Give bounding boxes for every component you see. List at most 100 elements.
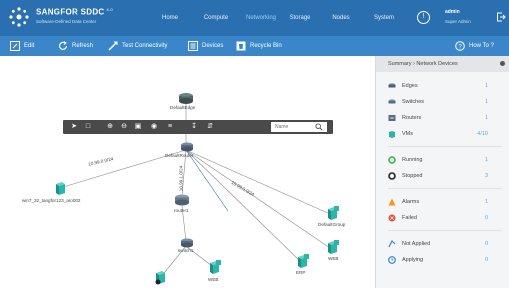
marquee-tool-icon[interactable]: □ bbox=[83, 122, 93, 132]
edge-device-icon[interactable] bbox=[178, 92, 194, 104]
edit-label: Edit bbox=[24, 43, 35, 49]
erp-vm-label: ERP bbox=[296, 270, 306, 275]
summary-row-failed[interactable]: Failed 0 bbox=[388, 212, 504, 224]
export-icon[interactable]: ↧ bbox=[189, 122, 199, 132]
pin-icon[interactable] bbox=[500, 61, 505, 66]
link-label-router1: 10.99.1.0/24 bbox=[178, 165, 184, 192]
test-connectivity-label: Test Connectivity bbox=[122, 43, 168, 49]
summary-value: 1 bbox=[484, 83, 488, 89]
not-applied-icon bbox=[388, 240, 396, 248]
how-to-label: How To ? bbox=[469, 43, 494, 49]
switch1-icon[interactable] bbox=[180, 238, 194, 248]
vm-icon bbox=[389, 131, 395, 138]
switch-icon bbox=[388, 99, 396, 104]
recycle-bin-label: Recycle Bin bbox=[250, 43, 282, 49]
alarm-icon bbox=[388, 198, 396, 206]
web-vm-right-icon[interactable] bbox=[324, 240, 340, 256]
search-icon[interactable] bbox=[315, 123, 323, 131]
locate-icon[interactable]: ◉ bbox=[149, 122, 159, 132]
test-connectivity-button[interactable]: Test Connectivity bbox=[108, 36, 167, 56]
select-tool-icon[interactable]: ➤ bbox=[69, 122, 79, 132]
breadcrumb[interactable]: Summary › Network Devices bbox=[376, 56, 509, 72]
web-vm-bottom-icon[interactable] bbox=[206, 260, 222, 276]
topology-links bbox=[59, 104, 331, 279]
devices-button[interactable]: Devices bbox=[188, 36, 223, 56]
user-info-icon[interactable]: ! bbox=[417, 11, 430, 24]
user-name[interactable]: admin bbox=[445, 9, 460, 15]
failed-icon bbox=[388, 214, 396, 222]
summary-row-edges[interactable]: Edges 1 bbox=[388, 80, 504, 92]
web-vm-bottom-label: WEB bbox=[208, 277, 219, 282]
vm-bottom-left-icon[interactable] bbox=[152, 270, 168, 286]
recycle-bin-icon bbox=[236, 41, 246, 51]
summary-panel: Summary › Network Devices Edges 1 Switch… bbox=[375, 56, 509, 288]
summary-row-applying[interactable]: Applying 0 bbox=[388, 254, 504, 266]
connectivity-icon bbox=[108, 41, 118, 51]
router1-icon[interactable] bbox=[174, 194, 190, 206]
action-toolbar: Edit Refresh Test Connectivity Devices R… bbox=[0, 36, 509, 56]
topology-canvas[interactable]: 10.99.0.0/24 10.99.1.0/24 10.99.0.0/24 ➤… bbox=[0, 56, 373, 288]
edit-icon bbox=[10, 41, 20, 51]
logout-icon[interactable] bbox=[496, 12, 506, 22]
summary-row-routers[interactable]: Routers 1 bbox=[388, 112, 504, 124]
vm-left-icon[interactable] bbox=[54, 182, 66, 196]
devices-icon bbox=[188, 41, 198, 51]
summary-value: 3 bbox=[484, 173, 488, 179]
edge-label: DefaultEdge bbox=[170, 105, 196, 110]
web-vm-right-label: WEB bbox=[328, 256, 339, 261]
nav-networking[interactable]: Networking bbox=[238, 0, 284, 36]
router-icon bbox=[388, 115, 396, 121]
summary-value: 1 bbox=[484, 199, 488, 205]
refresh-button[interactable]: Refresh bbox=[58, 36, 93, 56]
summary-label: Stopped bbox=[402, 173, 423, 179]
summary-label: Switches bbox=[402, 99, 425, 105]
switch1-label: switch1 bbox=[178, 248, 194, 253]
default-group-icon[interactable] bbox=[324, 206, 340, 222]
summary-label: Edges bbox=[402, 83, 418, 89]
divider bbox=[388, 188, 502, 189]
zoom-in-icon[interactable]: ⊕ bbox=[105, 122, 115, 132]
fit-view-icon[interactable]: ▣ bbox=[133, 122, 143, 132]
nav-compute[interactable]: Compute bbox=[196, 0, 236, 36]
summary-value: 0 bbox=[484, 257, 488, 263]
canvas-toolbar: ➤ □ ⊕ ⊖ ▣ ◉ ≡ ↧ ⇵ bbox=[63, 120, 333, 134]
nav-home[interactable]: Home bbox=[152, 0, 188, 36]
summary-value: 4/10 bbox=[477, 131, 488, 137]
main-router-label: DefaultRouter bbox=[165, 153, 194, 158]
summary-row-switches[interactable]: Switches 1 bbox=[388, 96, 504, 108]
summary-row-alarms[interactable]: Alarms 1 bbox=[388, 196, 504, 208]
refresh-icon bbox=[58, 41, 68, 50]
summary-row-stopped[interactable]: Stopped 3 bbox=[388, 170, 504, 182]
recycle-bin-button[interactable]: Recycle Bin bbox=[236, 36, 282, 56]
brand-title: SANGFOR SDDC 4.0 bbox=[36, 7, 113, 17]
help-icon: ? bbox=[455, 41, 465, 51]
running-status-icon bbox=[388, 156, 396, 164]
devices-label: Devices bbox=[202, 43, 224, 49]
how-to-button[interactable]: ? How To ? bbox=[455, 36, 494, 56]
summary-row-not-applied[interactable]: Not Applied 0 bbox=[388, 238, 504, 250]
summary-row-running[interactable]: Running 1 bbox=[388, 154, 504, 166]
summary-label: VMs bbox=[402, 131, 413, 137]
router1-label: router1 bbox=[174, 208, 189, 213]
nav-nodes[interactable]: Nodes bbox=[326, 0, 356, 36]
nav-storage[interactable]: Storage bbox=[284, 0, 316, 36]
vm-left-label: win7_32_tangfor123_aro002 bbox=[22, 198, 81, 203]
summary-label: Applying bbox=[402, 257, 424, 263]
summary-row-vms[interactable]: VMs 4/10 bbox=[388, 128, 504, 140]
zoom-out-icon[interactable]: ⊖ bbox=[119, 122, 129, 132]
brand-subtitle: Software-Defined Data Center bbox=[36, 19, 97, 24]
summary-value: 1 bbox=[484, 115, 488, 121]
edit-button[interactable]: Edit bbox=[10, 36, 34, 56]
summary-label: Running bbox=[402, 157, 423, 163]
erp-vm-icon[interactable] bbox=[294, 254, 310, 270]
divider bbox=[388, 230, 502, 231]
default-group-label: DefaultGroup bbox=[318, 222, 346, 227]
top-navigation-bar: SANGFOR SDDC 4.0 Software-Defined Data Ce… bbox=[0, 0, 509, 36]
main-router-icon[interactable] bbox=[180, 142, 194, 152]
arrange-icon[interactable]: ⇵ bbox=[205, 122, 215, 132]
layout-icon[interactable]: ≡ bbox=[165, 122, 175, 132]
divider bbox=[388, 146, 502, 147]
summary-value: 1 bbox=[484, 99, 488, 105]
nav-system[interactable]: System bbox=[368, 0, 400, 36]
edge-icon bbox=[388, 83, 396, 88]
